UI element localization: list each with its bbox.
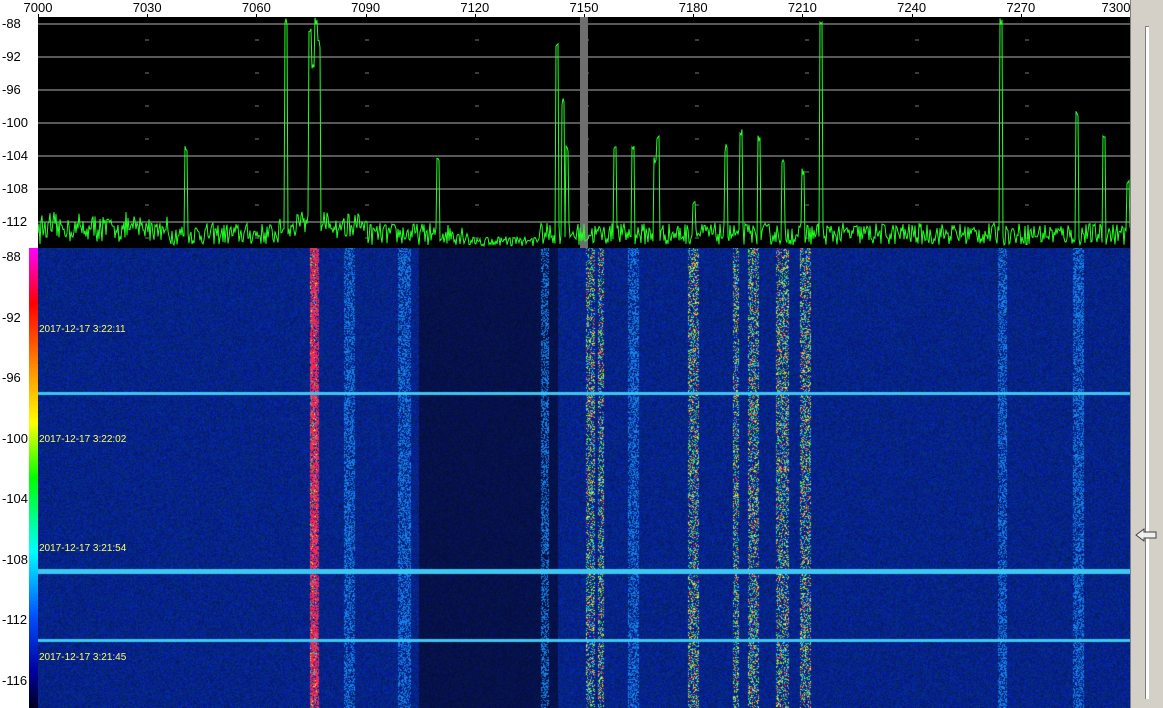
frequency-label: 7030 (132, 0, 162, 15)
spectrum-plot (38, 17, 1130, 248)
waterfall-db-label: -92 (2, 309, 21, 325)
waterfall-timestamp: 2017-12-17 3:21:45 (39, 652, 127, 663)
frequency-label: 7000 (23, 0, 53, 15)
tuned-frequency-band (580, 17, 588, 248)
frequency-label: 7300 (1101, 0, 1131, 15)
waterfall-db-label: -108 (2, 551, 29, 567)
spectrum-db-label: -112 (2, 214, 28, 229)
spectrum-db-label: -92 (2, 49, 21, 64)
arrow-left-icon[interactable] (1135, 528, 1157, 542)
frequency-label: 7240 (897, 0, 927, 15)
level-slider-track[interactable] (1145, 26, 1149, 699)
frequency-label: 7150 (569, 0, 599, 15)
spectrum-db-label: -104 (2, 148, 29, 163)
waterfall-db-label: -112 (2, 612, 28, 627)
waterfall-db-label: -96 (2, 370, 21, 385)
waterfall-display[interactable] (38, 248, 1130, 708)
waterfall-timestamp: 2017-12-17 3:22:02 (39, 434, 127, 445)
spectrum-db-label: -96 (2, 82, 21, 97)
spectrum-display[interactable] (38, 17, 1130, 248)
waterfall-timestamp: 2017-12-17 3:22:11 (39, 324, 126, 335)
waterfall-db-label: -116 (2, 672, 28, 688)
frequency-label: 7060 (241, 0, 271, 15)
waterfall-db-label: -104 (2, 491, 29, 506)
frequency-label: 7120 (460, 0, 490, 15)
frequency-label: 7210 (787, 0, 817, 15)
spectrum-db-label: -108 (2, 181, 29, 196)
frequency-label: 7270 (1006, 0, 1036, 15)
spectrum-db-label: -100 (2, 115, 29, 130)
waterfall-db-label: -88 (2, 249, 21, 264)
spectrum-db-label: -88 (2, 16, 21, 31)
color-scale-bar (29, 248, 38, 708)
waterfall-canvas (38, 248, 1130, 708)
right-panel (1130, 0, 1163, 708)
frequency-scale: 7000 7030 7060 7090 7120 7150 7180 7210 7240 7270… (0, 0, 1131, 18)
frequency-label: 7090 (351, 0, 381, 15)
waterfall-db-label: -100 (2, 430, 29, 446)
frequency-label: 7180 (678, 0, 708, 15)
waterfall-timestamp: 2017-12-17 3:21:54 (39, 543, 127, 554)
